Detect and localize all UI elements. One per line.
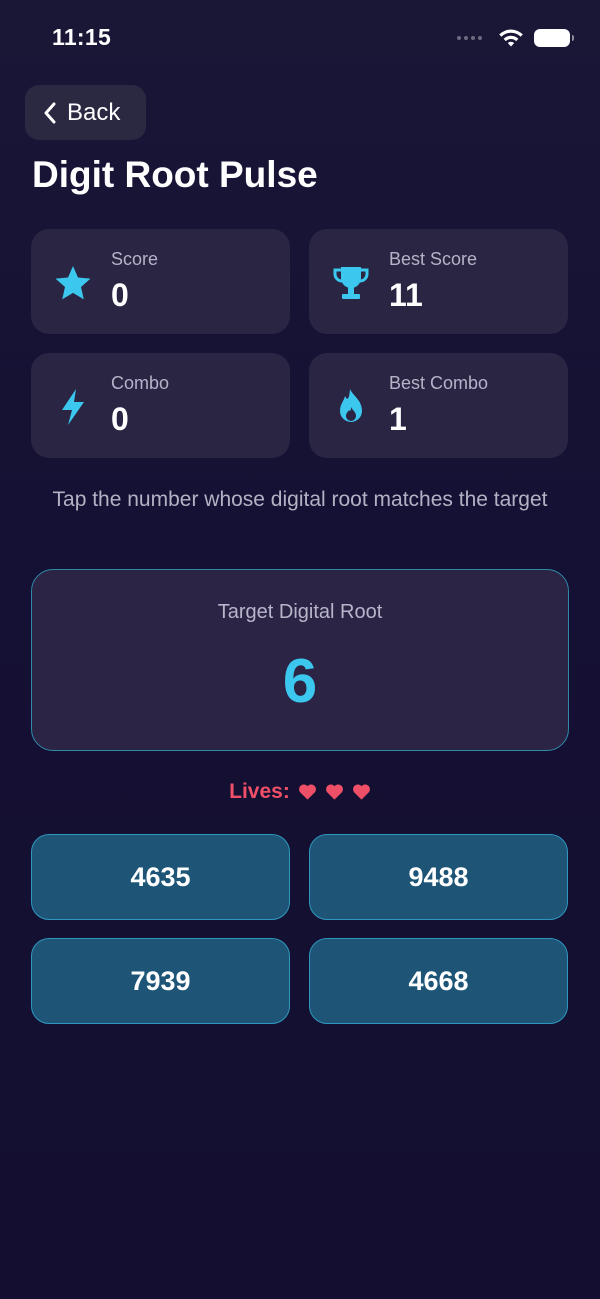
back-button-label: Back (67, 98, 121, 126)
target-value: 6 (282, 647, 318, 716)
cellular-signal-icon (457, 36, 482, 40)
trophy-icon (333, 267, 369, 299)
answer-button-3[interactable]: 7939 (31, 938, 290, 1024)
battery-icon (534, 29, 574, 47)
target-label: Target Digital Root (217, 601, 383, 623)
back-button[interactable]: Back (25, 85, 146, 140)
best-combo-value: 1 (389, 401, 407, 437)
heart-icon (352, 784, 370, 800)
answer-button-1[interactable]: 4635 (31, 834, 290, 920)
best-score-label: Best Score (389, 249, 478, 269)
best-score-value: 11 (389, 277, 423, 313)
combo-card: Combo 0 (31, 353, 290, 458)
target-panel: Target Digital Root 6 (31, 569, 569, 751)
lives-hearts (298, 783, 371, 801)
heart-icon (325, 784, 343, 800)
best-combo-card: Best Combo 1 (309, 353, 568, 458)
lightning-icon (62, 389, 84, 425)
wifi-icon (499, 29, 523, 47)
chevron-left-icon (44, 102, 56, 123)
best-combo-label: Best Combo (389, 373, 489, 393)
best-score-card: Best Score 11 (309, 229, 568, 334)
status-bar: 11:15 (0, 0, 600, 78)
answer-button-2[interactable]: 9488 (309, 834, 568, 920)
score-card: Score 0 (31, 229, 290, 334)
star-icon (55, 266, 91, 300)
game-screen: 11:15 Back Digit Root Pulse Score 0 Best… (0, 0, 600, 1299)
lives-indicator: Lives: (0, 780, 600, 804)
page-title: Digit Root Pulse (32, 154, 318, 195)
flame-icon (340, 389, 362, 422)
answer-button-4[interactable]: 4668 (309, 938, 568, 1024)
lives-label: Lives: (229, 780, 290, 803)
combo-label: Combo (111, 373, 170, 393)
score-label: Score (111, 249, 159, 269)
instructions-text: Tap the number whose digital root matche… (52, 488, 548, 511)
score-value: 0 (111, 277, 129, 313)
status-icons (457, 26, 574, 50)
status-time: 11:15 (52, 24, 112, 50)
heart-icon (298, 784, 316, 800)
combo-value: 0 (111, 401, 129, 437)
